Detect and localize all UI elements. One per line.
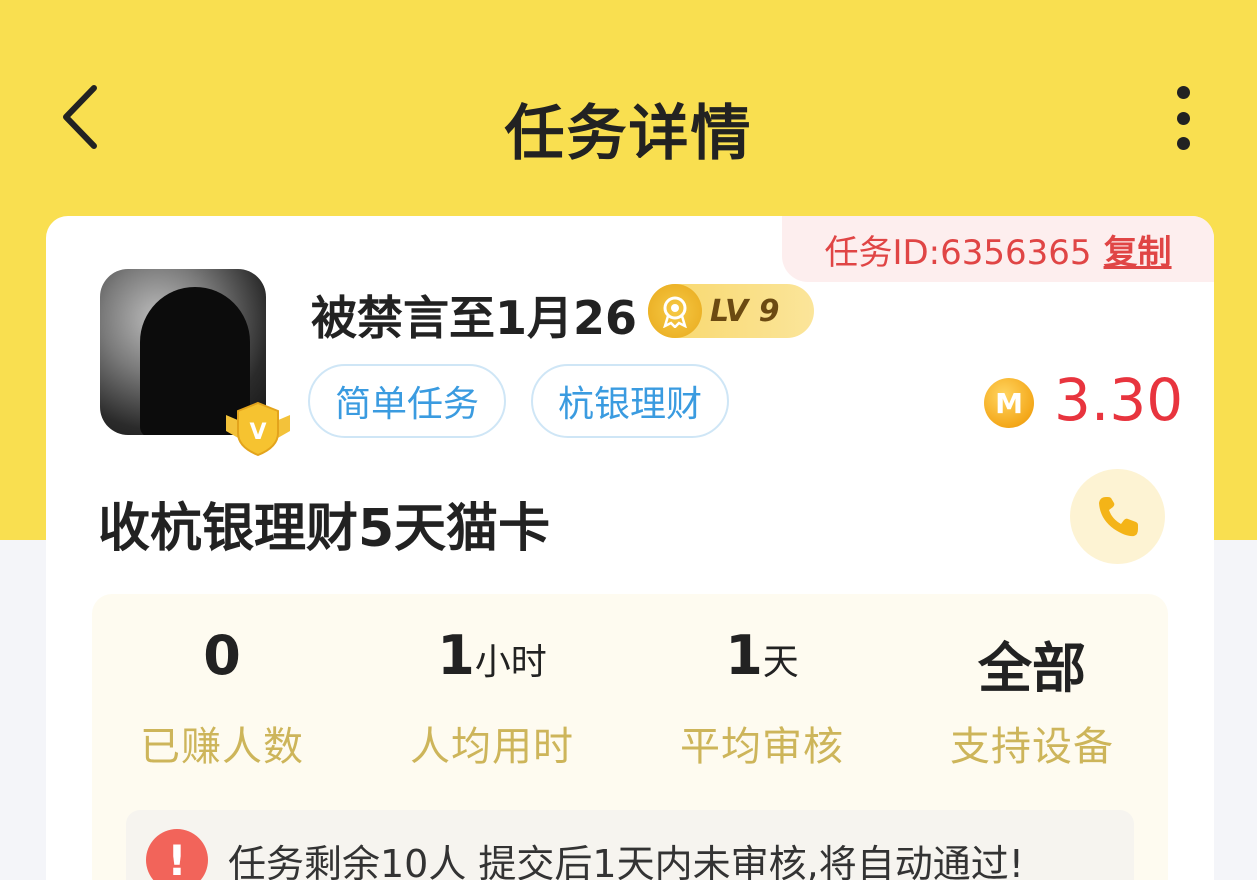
more-options-button[interactable] <box>1160 86 1206 150</box>
warning-icon: ! <box>146 829 208 880</box>
app-header: 任务详情 <box>0 60 1257 180</box>
stat-label: 已赚人数 <box>140 724 304 770</box>
publisher-name: 被禁言至1月26 <box>311 291 638 345</box>
svg-text:V: V <box>249 420 266 445</box>
task-id-badge: 任务ID:6356365 复制 <box>782 216 1214 282</box>
stat-label: 支持设备 <box>950 724 1114 770</box>
tag-category: 杭银理财 <box>531 364 729 438</box>
stat-avg-time: 1小时 人均用时 <box>362 624 622 772</box>
stat-unit: 小时 <box>474 642 547 683</box>
stat-value: 0 <box>203 624 241 687</box>
stat-earned-count: 0 已赚人数 <box>92 624 352 772</box>
stat-label: 平均审核 <box>680 724 844 770</box>
stat-avg-review: 1天 平均审核 <box>632 624 892 772</box>
tag-simple-task: 简单任务 <box>308 364 506 438</box>
task-card: 任务ID:6356365 复制 V 被禁言至1月26 LV 9 简单任务 杭银理… <box>46 216 1214 880</box>
coin-icon: M <box>984 378 1034 428</box>
medal-icon <box>648 284 702 338</box>
task-title: 收杭银理财5天猫卡 <box>98 499 551 559</box>
stat-value: 1 <box>725 624 763 687</box>
task-id-label: 任务ID:6356365 <box>824 232 1092 273</box>
reward-amount: 3.30 <box>1054 366 1184 434</box>
page-title: 任务详情 <box>504 99 753 169</box>
stat-value: 全部 <box>978 637 1086 700</box>
task-stats-panel: 0 已赚人数 1小时 人均用时 1天 平均审核 全部 支持设备 ! 任务剩余10… <box>92 594 1168 880</box>
stat-value: 1 <box>437 624 475 687</box>
more-vertical-icon <box>1176 86 1190 99</box>
vip-badge-icon: V <box>222 401 294 457</box>
phone-button[interactable] <box>1070 469 1165 564</box>
level-text: LV 9 <box>710 293 780 329</box>
notice-text: 任务剩余10人 提交后1天内未审核,将自动通过! <box>228 841 1024 880</box>
task-notice: ! 任务剩余10人 提交后1天内未审核,将自动通过! <box>126 810 1134 880</box>
level-badge: LV 9 <box>648 284 814 338</box>
copy-id-button[interactable]: 复制 <box>1104 225 1172 274</box>
stat-unit: 天 <box>762 642 799 683</box>
stat-label: 人均用时 <box>410 724 574 770</box>
phone-icon <box>1098 496 1138 536</box>
stat-supported-devices: 全部 支持设备 <box>902 624 1162 772</box>
